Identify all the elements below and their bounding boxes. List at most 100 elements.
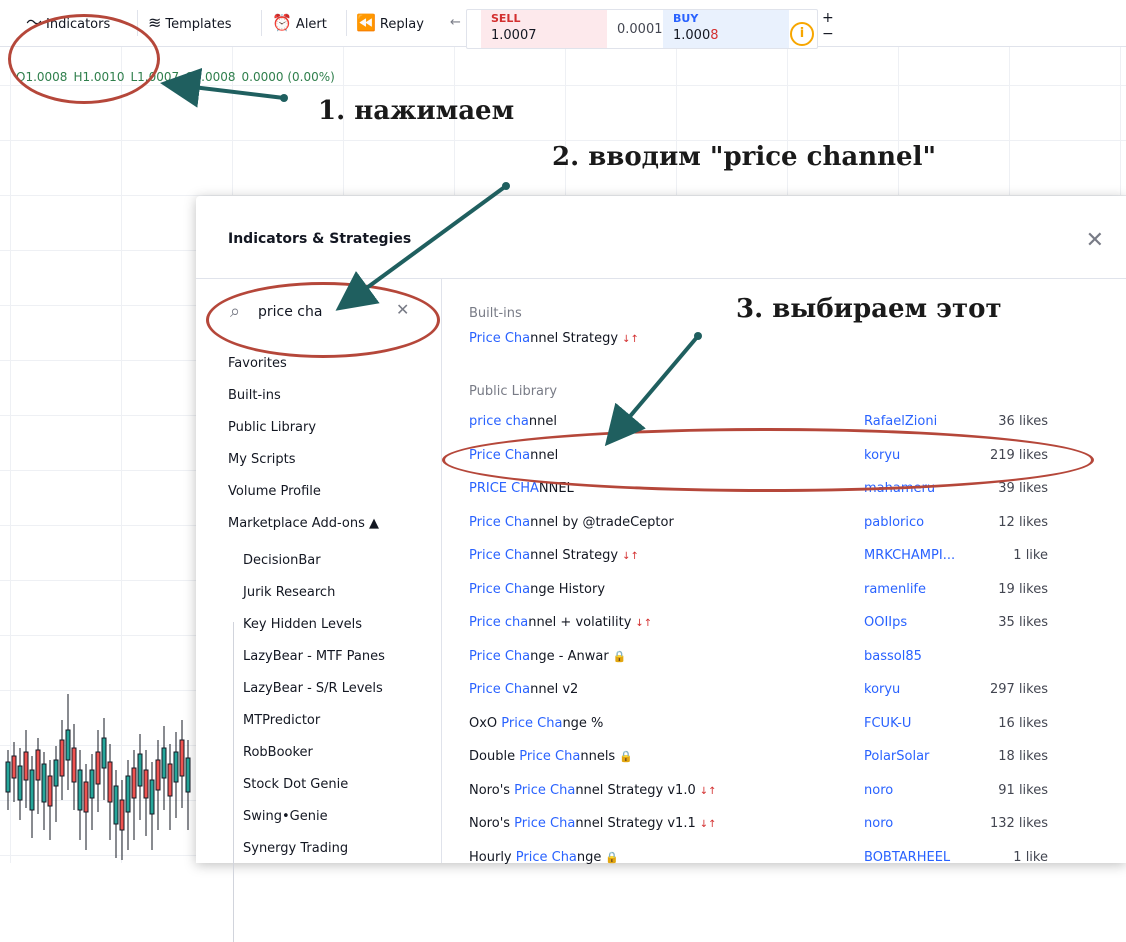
buy-price-main: 1.000 bbox=[673, 28, 711, 43]
replay-button[interactable]: ⏪ Replay bbox=[356, 10, 424, 36]
trade-panel: SELL 1.0007 0.0001 BUY 1.0008 bbox=[466, 9, 818, 49]
result-likes: 1 like bbox=[1013, 548, 1048, 563]
category-item[interactable]: Built-ins bbox=[228, 388, 281, 403]
result-name-prefix: Double bbox=[469, 749, 520, 764]
subcategory-item[interactable]: Key Hidden Levels bbox=[243, 617, 362, 632]
result-author-link[interactable]: MRKCHAMPI... bbox=[864, 548, 955, 563]
result-item-name[interactable]: OxO Price Change % bbox=[469, 716, 603, 731]
result-item-name[interactable]: price channel bbox=[469, 414, 557, 429]
annotation-ring-search bbox=[206, 282, 440, 358]
result-name-match: Price Cha bbox=[469, 581, 531, 597]
lock-icon: 🔒 bbox=[605, 850, 620, 864]
info-icon[interactable]: i bbox=[790, 22, 814, 46]
subcategory-item[interactable]: Swing•Genie bbox=[243, 809, 328, 824]
result-likes: 1 like bbox=[1013, 849, 1048, 865]
result-name-match: Price cha bbox=[469, 615, 529, 630]
close-icon[interactable]: ✕ bbox=[1086, 228, 1104, 253]
subcategory-item[interactable]: RobBooker bbox=[243, 745, 313, 760]
result-author-link[interactable]: noro bbox=[864, 816, 893, 831]
result-likes: 39 likes bbox=[998, 481, 1048, 496]
result-name-rest: nnel Strategy bbox=[530, 548, 619, 563]
ohlc-close: C1.0008 bbox=[185, 70, 236, 84]
result-name-match: price cha bbox=[469, 414, 529, 429]
strategy-icon: ↓↑ bbox=[699, 819, 717, 830]
result-author-link[interactable]: FCUK-U bbox=[864, 716, 911, 731]
result-item-name[interactable]: Price channel + volatility ↓↑ bbox=[469, 615, 652, 630]
templates-button[interactable]: ≋ Templates bbox=[148, 10, 232, 36]
result-name-rest: nnel Strategy bbox=[530, 331, 619, 346]
strategy-icon: ↓↑ bbox=[699, 785, 717, 797]
category-item[interactable]: Volume Profile bbox=[228, 484, 321, 499]
result-likes: 297 likes bbox=[989, 682, 1048, 697]
public-library-section-header: Public Library bbox=[469, 384, 558, 399]
builtin-result-item[interactable]: Price Channel Strategy ↓↑ bbox=[469, 331, 639, 346]
result-author-link[interactable]: bassol85 bbox=[864, 649, 922, 664]
zoom-in-button[interactable]: + bbox=[822, 10, 834, 26]
alert-button[interactable]: ⏰ Alert bbox=[272, 10, 327, 36]
subcategory-item[interactable]: Synergy Trading bbox=[243, 841, 348, 856]
category-item[interactable]: Public Library bbox=[228, 420, 316, 435]
buy-button[interactable]: BUY 1.0008 bbox=[663, 10, 789, 48]
category-pane: ⌕ ✕ FavoritesBuilt-insPublic LibraryMy S… bbox=[196, 279, 442, 942]
result-name-rest: nnel + volatility bbox=[528, 615, 632, 630]
result-name-match: Price Cha bbox=[515, 849, 577, 865]
subcategory-item[interactable]: Stock Dot Genie bbox=[243, 777, 348, 792]
back-arrow-icon[interactable]: ← bbox=[450, 10, 461, 36]
result-author-link[interactable]: BOBTARHEEL bbox=[864, 850, 950, 865]
result-name-prefix: OxO bbox=[469, 715, 502, 731]
subcategory-item[interactable]: Jurik Research bbox=[243, 585, 335, 600]
result-author-link[interactable]: koryu bbox=[864, 682, 900, 697]
result-name-match: Price Cha bbox=[469, 548, 531, 563]
result-name-rest: nge bbox=[576, 849, 602, 865]
result-author-link[interactable]: noro bbox=[864, 783, 893, 798]
category-item[interactable]: My Scripts bbox=[228, 452, 296, 467]
result-item-name[interactable]: Price Channel v2 bbox=[469, 682, 578, 697]
result-name-prefix: Noro's bbox=[469, 782, 515, 798]
result-author-link[interactable]: PolarSolar bbox=[864, 749, 929, 764]
lock-icon: 🔒 bbox=[619, 750, 633, 763]
dialog-title: Indicators & Strategies bbox=[228, 231, 412, 247]
builtins-section-header: Built-ins bbox=[469, 306, 522, 321]
result-likes: 35 likes bbox=[998, 615, 1048, 630]
result-item-name[interactable]: Price Channel Strategy ↓↑ bbox=[469, 548, 639, 563]
result-name-rest: nnel Strategy v1.1 bbox=[575, 816, 696, 831]
result-item-name[interactable]: Hourly Price Change 🔒 bbox=[469, 850, 619, 865]
subcategory-guide-line bbox=[233, 622, 234, 942]
result-name-match: Price Cha bbox=[501, 715, 563, 731]
result-likes: 16 likes bbox=[998, 715, 1048, 731]
result-item-name[interactable]: Noro's Price Channel Strategy v1.0 ↓↑ bbox=[469, 783, 717, 798]
subcategory-item[interactable]: MTPredictor bbox=[243, 713, 320, 728]
sell-label: SELL bbox=[491, 12, 521, 25]
result-item-name[interactable]: Price Change History bbox=[469, 582, 605, 597]
annotation-step-1: 1. нажимаем bbox=[318, 96, 515, 126]
sell-button[interactable]: SELL 1.0007 bbox=[481, 10, 607, 48]
result-likes: 18 likes bbox=[998, 749, 1048, 764]
result-author-link[interactable]: ramenlife bbox=[864, 582, 926, 597]
result-author-link[interactable]: OOIIps bbox=[864, 615, 907, 630]
subcategory-item[interactable]: DecisionBar bbox=[243, 553, 321, 568]
toolbar-divider bbox=[261, 10, 262, 36]
subcategory-item[interactable]: LazyBear - MTF Panes bbox=[243, 649, 385, 664]
subcategory-item[interactable]: LazyBear - S/R Levels bbox=[243, 681, 383, 696]
annotation-step-3: 3. выбираем этот bbox=[736, 294, 1002, 324]
annotation-ring-indicators bbox=[8, 14, 160, 104]
sell-price: 1.0007 bbox=[491, 28, 537, 43]
result-author-link[interactable]: RafaelZioni bbox=[864, 414, 937, 429]
category-item[interactable]: Marketplace Add-ons ▲ bbox=[228, 516, 379, 531]
result-item-name[interactable]: Price Channel by @tradeCeptor bbox=[469, 515, 674, 530]
zoom-out-button[interactable]: − bbox=[822, 26, 834, 42]
result-item-name[interactable]: Noro's Price Channel Strategy v1.1 ↓↑ bbox=[469, 816, 717, 831]
category-item[interactable]: Favorites bbox=[228, 356, 287, 371]
rewind-icon: ⏪ bbox=[356, 13, 376, 32]
result-name-match: PRICE CHA bbox=[469, 481, 539, 496]
alert-label: Alert bbox=[295, 17, 327, 32]
spread-value: 0.0001 bbox=[617, 22, 663, 37]
result-name-rest: nnel by @tradeCeptor bbox=[530, 514, 674, 530]
result-item-name[interactable]: Price Change - Anwar 🔒 bbox=[469, 649, 626, 664]
result-name-prefix: Noro's bbox=[469, 816, 515, 831]
result-likes: 19 likes bbox=[998, 581, 1048, 597]
result-likes: 36 likes bbox=[998, 414, 1048, 429]
result-item-name[interactable]: Double Price Channels 🔒 bbox=[469, 749, 633, 764]
result-author-link[interactable]: pablorico bbox=[864, 515, 924, 530]
result-name-match: Price Cha bbox=[514, 816, 576, 831]
